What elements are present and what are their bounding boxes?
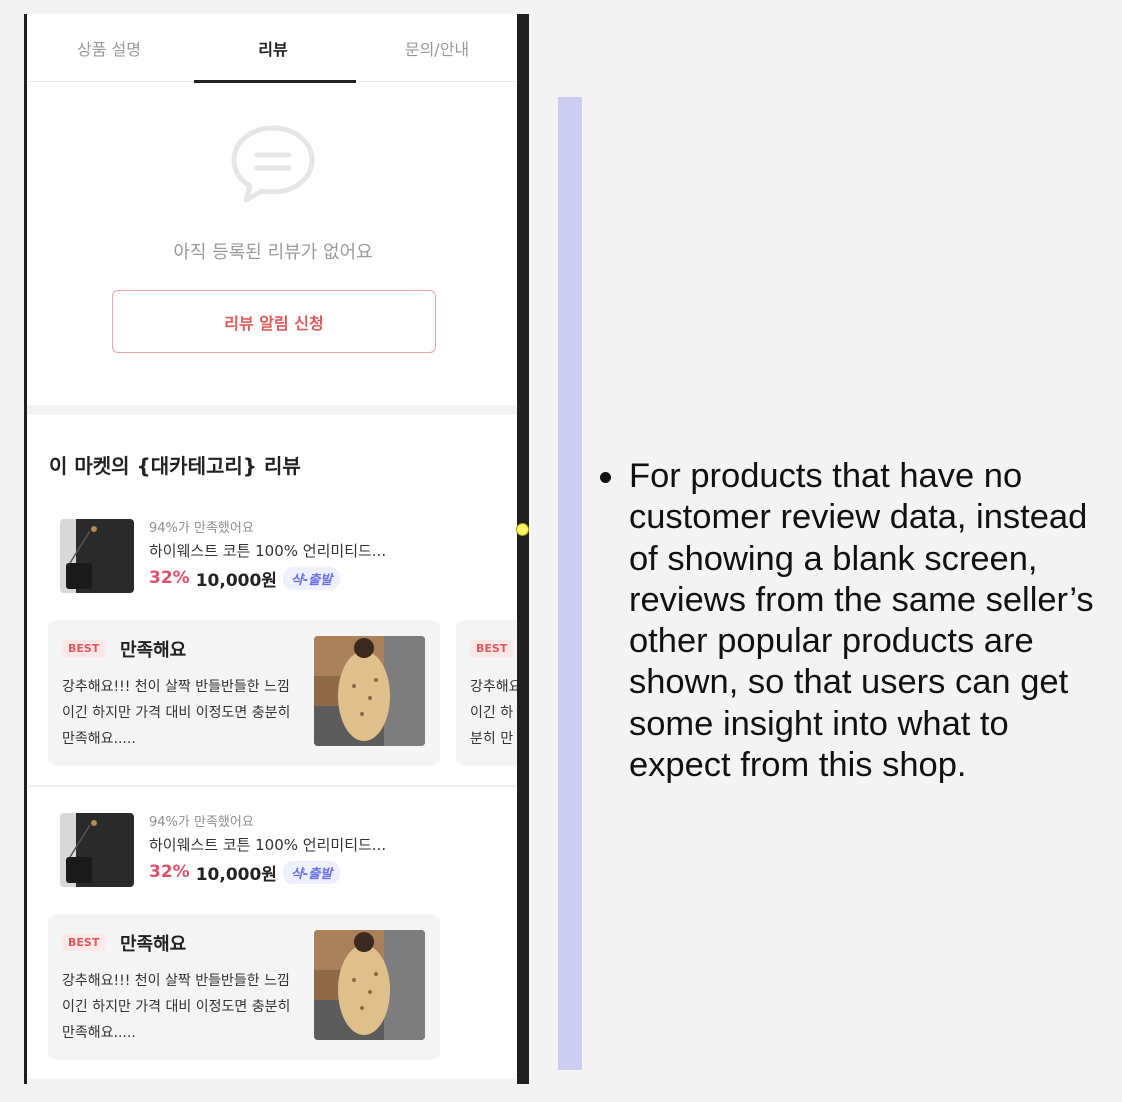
- price-line: 32% 10,000원 샥-출발: [149, 857, 386, 887]
- review-photo[interactable]: [314, 930, 425, 1040]
- price: 10,000원: [195, 864, 277, 885]
- annotation-item: For products that have no customer revie…: [598, 456, 1103, 786]
- review-card[interactable]: BEST 만족해요 강추해요!!! 천이 살짝 반들반들한 느낌이긴 하지만 가…: [48, 620, 440, 766]
- empty-review-message: 아직 등록된 리뷰가 없어요: [173, 242, 373, 263]
- review-title: 만족해요: [120, 934, 187, 955]
- bottom-divider: [27, 1079, 519, 1084]
- product-info: 94%가 만족했어요 하이웨스트 코튼 100% 언리미티드... 32% 10…: [149, 813, 386, 887]
- product-thumbnail[interactable]: [60, 813, 134, 887]
- annotation-text: For products that have no customer revie…: [629, 457, 1094, 785]
- review-card[interactable]: BEST 만족해요 강추해요!!! 천이 살짝 반들반들한 느낌이긴 하지만 가…: [48, 914, 440, 1060]
- best-badge: BEST: [62, 640, 106, 657]
- product-info: 94%가 만족했어요 하이웨스트 코튼 100% 언리미티드... 32% 10…: [149, 519, 386, 593]
- bullet-dot-icon: [600, 472, 611, 483]
- product-divider: [27, 785, 519, 787]
- shipping-badge: 샥-출발: [282, 860, 341, 884]
- satisfaction-text: 94%가 만족했어요: [149, 521, 254, 536]
- best-badge: BEST: [62, 934, 106, 951]
- active-tab-indicator: [194, 80, 356, 83]
- tab-reviews[interactable]: 리뷰: [191, 14, 355, 81]
- review-photo[interactable]: [314, 636, 425, 746]
- discount-rate: 32%: [149, 862, 190, 882]
- phone-frame-edge: [517, 14, 529, 1084]
- best-badge: BEST: [470, 640, 514, 657]
- tab-bar: 상품 설명 리뷰 문의/안내: [27, 14, 519, 82]
- satisfaction-text: 94%가 만족했어요: [149, 815, 254, 830]
- review-body: 강추해요!!! 천이 살짝 반들반들한 느낌이긴 하지만 가격 대비 이정도면 …: [62, 679, 291, 747]
- review-alert-button[interactable]: 리뷰 알림 신청: [112, 290, 436, 353]
- product-row[interactable]: 94%가 만족했어요 하이웨스트 코튼 100% 언리미티드... 32% 10…: [60, 519, 500, 595]
- tab-product-description[interactable]: 상품 설명: [27, 14, 191, 81]
- product-row[interactable]: 94%가 만족했어요 하이웨스트 코튼 100% 언리미티드... 32% 10…: [60, 813, 500, 889]
- section-title: 이 마켓의 {대카테고리} 리뷰: [49, 454, 301, 478]
- discount-rate: 32%: [149, 568, 190, 588]
- chat-bubble-icon: [230, 124, 316, 208]
- mobile-screen: 상품 설명 리뷰 문의/안내 아직 등록된 리뷰가 없어요 리뷰 알림 신청 이…: [24, 14, 529, 1084]
- tab-inquiry[interactable]: 문의/안내: [355, 14, 519, 81]
- annotation-list: For products that have no customer revie…: [598, 456, 1103, 786]
- review-title: 만족해요: [120, 640, 187, 661]
- price-line: 32% 10,000원 샥-출발: [149, 563, 386, 593]
- annotation-accent-bar: [558, 97, 582, 1070]
- section-divider: [27, 405, 519, 415]
- scroll-marker: [516, 523, 529, 536]
- shipping-badge: 샥-출발: [282, 566, 341, 590]
- review-body: 강추해요!!! 천이 살짝 반들반들한 느낌이긴 하지만 가격 대비 이정도면 …: [62, 973, 291, 1041]
- product-name[interactable]: 하이웨스트 코튼 100% 언리미티드...: [149, 539, 386, 563]
- product-thumbnail[interactable]: [60, 519, 134, 593]
- product-name[interactable]: 하이웨스트 코튼 100% 언리미티드...: [149, 833, 386, 857]
- price: 10,000원: [195, 570, 277, 591]
